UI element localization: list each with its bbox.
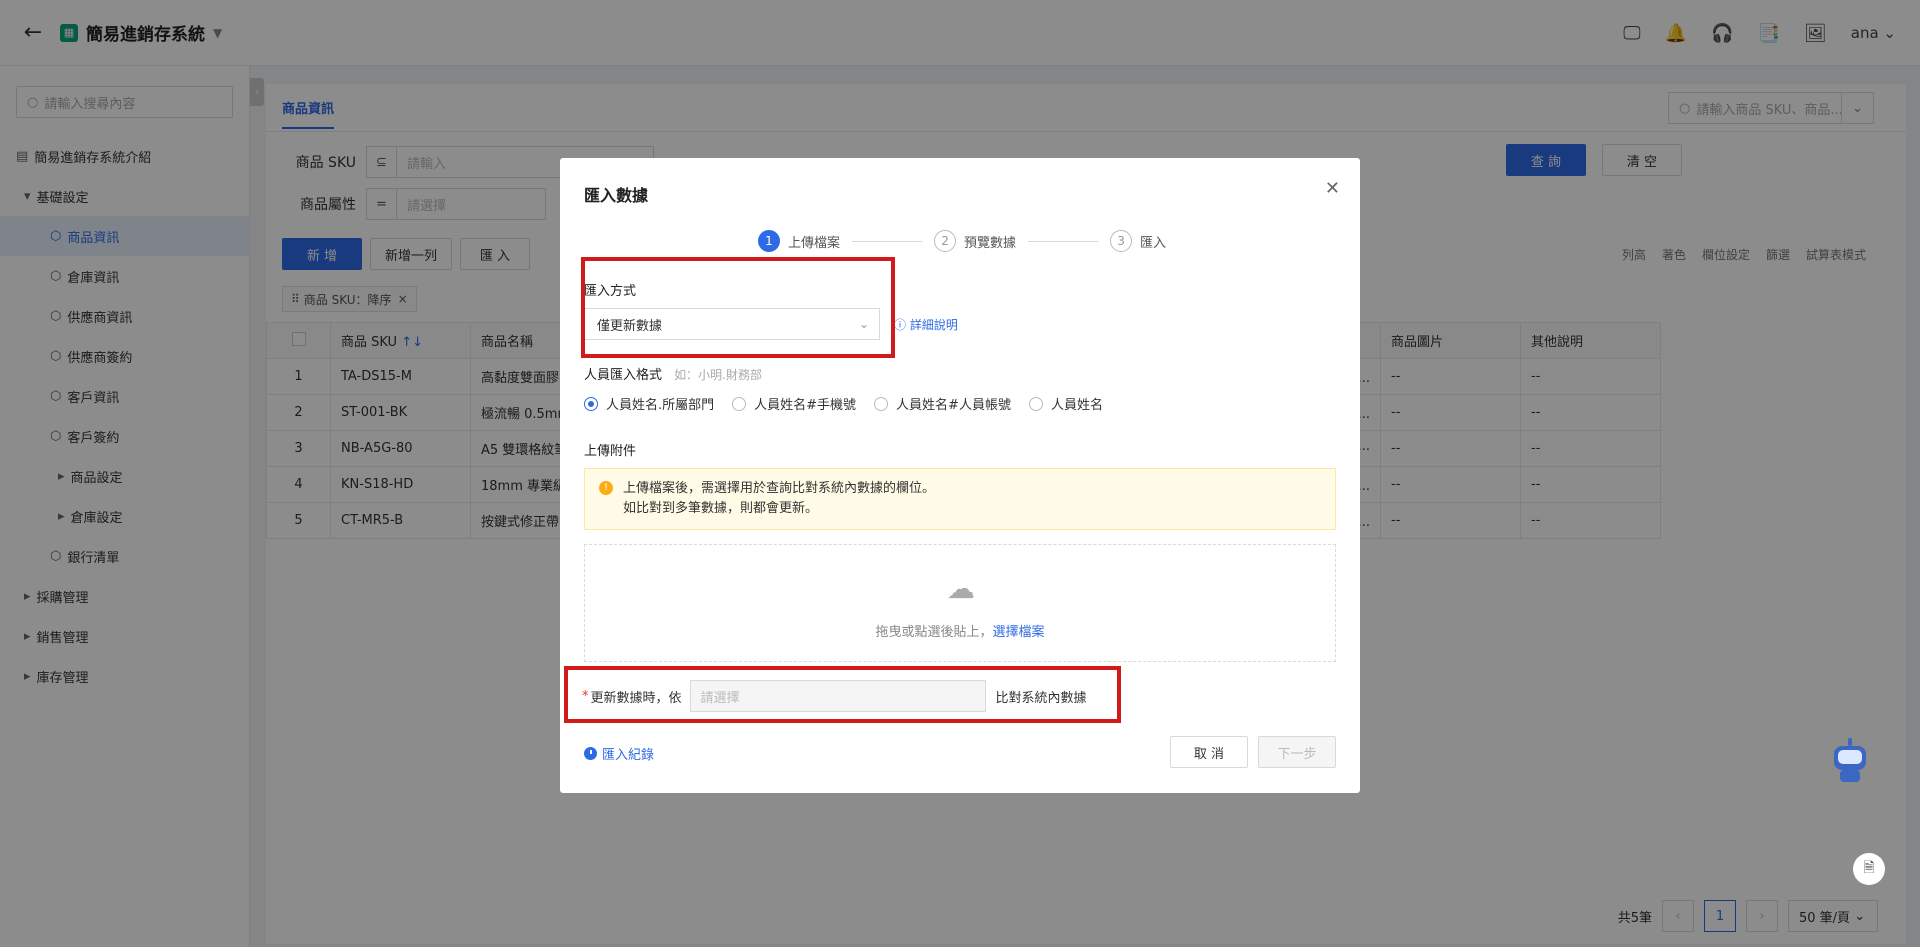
notice-line-1: 上傳檔案後，需選擇用於查詢比對系統內數據的欄位。: [623, 481, 936, 496]
dialog-actions: 取 消 下一步: [1170, 736, 1336, 768]
warning-icon: !: [599, 481, 613, 495]
radio-label: 人員姓名.所屬部門: [606, 398, 715, 413]
radio-circle[interactable]: [874, 396, 889, 411]
file-dropzone[interactable]: ☁ 拖曳或點選後貼上，選擇檔案: [584, 544, 1336, 662]
step-label: 匯入: [1140, 235, 1167, 251]
import-history-link[interactable]: 匯入紀錄: [584, 744, 654, 763]
step-item: 3 匯入: [1110, 230, 1166, 252]
step-number: 1: [758, 230, 780, 252]
choose-file-link[interactable]: 選擇檔案: [993, 625, 1045, 640]
step-label: 上傳檔案: [788, 235, 841, 251]
person-format-radio[interactable]: 人員姓名#人員帳號: [874, 394, 1011, 413]
radio-circle[interactable]: [1028, 396, 1043, 411]
step-item: 2 預覽數據: [934, 230, 1016, 252]
assistant-robot-icon[interactable]: [1828, 738, 1872, 786]
step-connector: [1028, 240, 1099, 242]
dropzone-hint: 拖曳或點選後貼上，: [875, 625, 993, 640]
upload-notice: ! 上傳檔案後，需選擇用於查詢比對系統內數據的欄位。 如比對到多筆數據，則都會更…: [584, 468, 1336, 530]
highlight-box-update-match: [564, 666, 1121, 723]
step-connector: [852, 240, 923, 242]
cloud-upload-icon: ☁: [947, 572, 975, 605]
notice-line-2: 如比對到多筆數據，則都會更新。: [623, 501, 819, 516]
attachment-label: 上傳附件: [584, 444, 637, 459]
person-format-label: 人員匯入格式 如：小明.財務部: [584, 364, 762, 383]
detail-link-label: 詳細說明: [909, 318, 958, 332]
document-icon[interactable]: 🗎: [1853, 853, 1885, 885]
next-step-button[interactable]: 下一步: [1258, 736, 1336, 768]
person-format-radio[interactable]: 人員姓名#手機號: [732, 394, 856, 413]
dialog-title: 匯入數據: [584, 186, 649, 205]
person-format-radio[interactable]: 人員姓名.所屬部門: [584, 394, 714, 413]
radio-label: 人員姓名: [1050, 398, 1103, 413]
import-history-label: 匯入紀錄: [602, 748, 655, 763]
step-label: 預覽數據: [964, 235, 1017, 251]
close-icon[interactable]: ✕: [1325, 178, 1340, 199]
person-format-radio[interactable]: 人員姓名: [1028, 394, 1103, 413]
radio-circle[interactable]: [584, 396, 598, 411]
radio-circle[interactable]: [732, 396, 747, 411]
step-item: 1 上傳檔案: [758, 230, 840, 252]
person-format-title: 人員匯入格式: [584, 368, 663, 383]
person-format-hint: 如：小明.財務部: [674, 368, 762, 382]
info-icon: ⓘ: [894, 318, 907, 332]
radio-label: 人員姓名#人員帳號: [896, 398, 1011, 413]
robot-body: [1840, 770, 1860, 782]
person-format-radios: 人員姓名.所屬部門 人員姓名#手機號 人員姓名#人員帳號 人員姓名: [584, 394, 1103, 413]
robot-face: [1838, 750, 1862, 764]
import-steps: 1 上傳檔案 2 預覽數據 3 匯入: [758, 230, 1166, 252]
detail-link[interactable]: ⓘ 詳細說明: [894, 316, 958, 333]
robot-antenna: [1848, 738, 1852, 746]
radio-label: 人員姓名#手機號: [754, 398, 857, 413]
dropzone-text: 拖曳或點選後貼上，選擇檔案: [585, 621, 1335, 640]
cancel-button[interactable]: 取 消: [1170, 736, 1248, 768]
step-number: 3: [1110, 230, 1133, 252]
clock-icon: [584, 747, 597, 760]
highlight-box-import-method: [581, 257, 895, 358]
step-number: 2: [934, 230, 957, 252]
